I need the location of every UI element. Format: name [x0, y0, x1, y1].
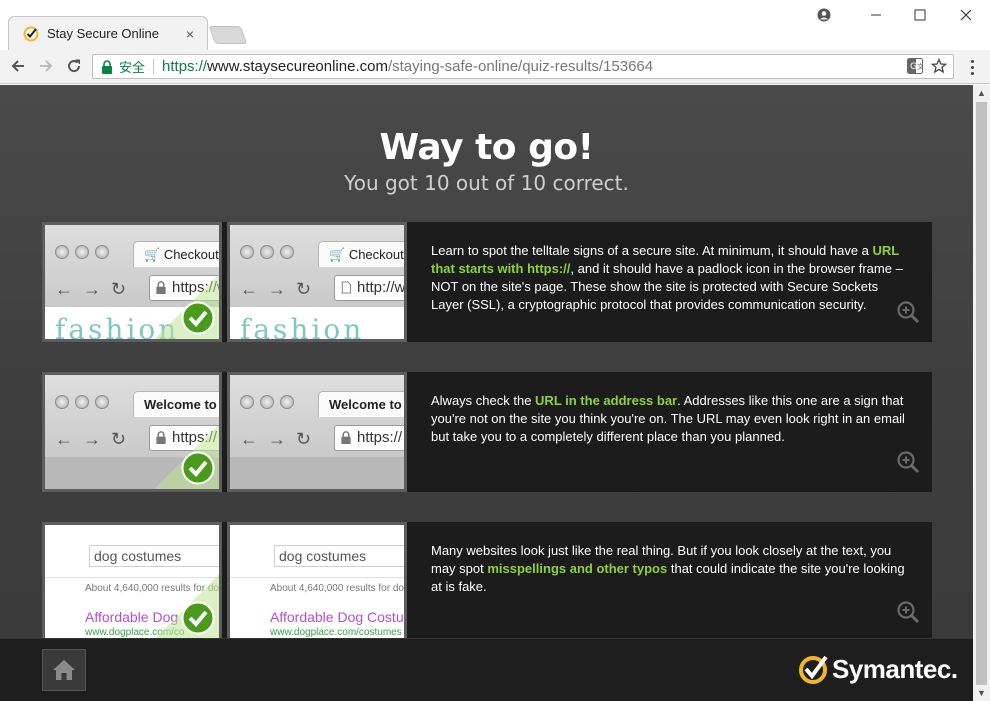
page-title: Way to go!: [379, 127, 594, 168]
checkmark-icon: [181, 301, 215, 335]
padlock-icon: [156, 431, 166, 444]
title-bar: Stay Secure Online ×: [0, 0, 990, 50]
tip-card-https: 🛒 Checkout ←→↻ https://w fashion 🛒 Check…: [42, 222, 932, 342]
checkmark-icon: [181, 451, 215, 485]
mini-result-count: About 4,640,000 results for dog: [270, 583, 407, 594]
tip-text: Always check the URL in the address bar.…: [431, 393, 905, 444]
mini-tab-label: Checkout: [163, 247, 219, 262]
home-icon: [53, 660, 75, 680]
mini-tab: Welcome to: [318, 391, 404, 417]
symantec-logo: Symantec.: [798, 653, 958, 685]
scroll-up-icon[interactable]: ▲: [973, 85, 990, 101]
home-button[interactable]: [42, 649, 86, 691]
tip-thumbnail-secure[interactable]: Welcome to ←→↻ https://: [42, 372, 222, 492]
mini-result-url: www.dogplace.com/costumes: [270, 627, 402, 638]
scroll-thumb[interactable]: [976, 102, 987, 685]
zoom-in-icon[interactable]: [896, 450, 920, 474]
mini-url-text: https://: [357, 429, 403, 446]
mini-tab-label: Welcome to: [144, 397, 217, 412]
tip-thumbnail-insecure[interactable]: 🛒 Checkout ←→↻ http://w fashion: [227, 222, 407, 342]
translate-icon[interactable]: G文: [907, 58, 923, 74]
window-buttons-icon: [55, 395, 109, 409]
site-logo-text: fashion: [240, 313, 365, 342]
minimize-button[interactable]: [858, 4, 894, 26]
url-host: www.staysecureonline.com: [207, 58, 388, 75]
mini-nav-icons: ←→↻: [240, 279, 322, 299]
mini-search-box: dog costumes: [274, 545, 404, 567]
tip-thumbnail-secure[interactable]: dog costumes About 4,640,000 results for…: [42, 522, 222, 642]
forward-arrow-icon: [40, 60, 53, 72]
mini-url-bar: http://w: [334, 275, 406, 301]
tip-thumbnail-secure[interactable]: 🛒 Checkout ←→↻ https://w fashion: [42, 222, 222, 342]
bookmark-star-icon[interactable]: [931, 58, 947, 74]
padlock-icon: [341, 431, 351, 444]
vertical-scrollbar[interactable]: ▲ ▼: [973, 85, 990, 701]
address-bar[interactable]: 安全 https://www.staysecureonline.com/stay…: [92, 54, 954, 79]
zoom-in-icon[interactable]: [896, 300, 920, 324]
browser-menu-icon[interactable]: [962, 56, 982, 78]
window-buttons-icon: [240, 245, 294, 259]
maximize-button[interactable]: [902, 4, 938, 26]
mini-nav-icons: ←→↻: [55, 429, 137, 449]
forward-button[interactable]: [34, 54, 58, 78]
tip-card-typos: dog costumes About 4,640,000 results for…: [42, 522, 932, 642]
mini-nav-icons: ←→↻: [55, 279, 137, 299]
svg-text:文: 文: [917, 62, 923, 71]
padlock-icon: [156, 281, 166, 294]
mini-url-bar: https://: [334, 425, 404, 451]
back-button[interactable]: [6, 54, 30, 78]
mini-result-title: Affordable Dog: [85, 609, 179, 625]
url-scheme: https://: [162, 58, 208, 75]
page-viewport: Way to go! You got 10 out of 10 correct.…: [0, 85, 973, 701]
mini-tab: Welcome to: [133, 391, 219, 417]
mini-result-title: Affordable Dog Costu: [270, 609, 404, 625]
back-arrow-icon: [11, 60, 24, 72]
mini-tab: 🛒 Checkout: [318, 241, 404, 267]
new-tab-button[interactable]: [208, 26, 248, 44]
score-text: You got 10 out of 10 correct.: [344, 171, 629, 195]
mini-tab: 🛒 Checkout: [133, 241, 219, 267]
zoom-in-icon[interactable]: [896, 600, 920, 624]
close-window-button[interactable]: [948, 4, 984, 26]
tip-thumbnail-insecure[interactable]: Welcome to ←→↻ https://: [227, 372, 407, 492]
reload-button[interactable]: [62, 54, 86, 78]
mini-tab-label: Checkout: [348, 247, 404, 262]
window-buttons-icon: [240, 395, 294, 409]
mini-tab-label: Welcome to: [329, 397, 402, 412]
tip-highlight: URL in the address bar: [535, 393, 678, 408]
url-path: /staying-safe-online/quiz-results/153664: [387, 58, 654, 75]
tip-thumbnail-insecure[interactable]: dog costumes About 4,640,000 results for…: [227, 522, 407, 642]
tab-title: Stay Secure Online: [47, 26, 160, 41]
reload-icon: [68, 59, 81, 73]
mini-nav-icons: ←→↻: [240, 429, 322, 449]
padlock-icon: [102, 59, 112, 74]
symantec-favicon-icon: [23, 26, 39, 41]
tab-close-icon[interactable]: ×: [181, 26, 199, 42]
tip-text: Learn to spot the telltale signs of a se…: [431, 243, 903, 312]
tip-text: Many websites look just like the real th…: [431, 543, 905, 594]
address-divider: [153, 58, 155, 75]
brand-name: Symantec.: [832, 653, 958, 684]
profile-icon[interactable]: [806, 4, 842, 26]
secure-label: 安全: [119, 60, 146, 75]
page-footer: Symantec.: [0, 638, 973, 701]
tip-highlight: misspellings and other typos: [487, 561, 668, 576]
svg-text:G: G: [910, 62, 917, 72]
symantec-check-logo-icon: [799, 655, 828, 684]
page-icon: [341, 281, 352, 294]
browser-toolbar: 安全 https://www.staysecureonline.com/stay…: [0, 50, 990, 84]
scroll-down-icon[interactable]: ▼: [973, 685, 990, 701]
window-buttons-icon: [55, 245, 109, 259]
mini-search-box: dog costumes: [89, 545, 219, 567]
mini-url-text: http://w: [357, 279, 406, 296]
checkmark-icon: [181, 601, 215, 635]
browser-tab[interactable]: Stay Secure Online ×: [8, 16, 208, 50]
tip-card-url: Welcome to ←→↻ https:// Welcome to ←→↻ h…: [42, 372, 932, 492]
